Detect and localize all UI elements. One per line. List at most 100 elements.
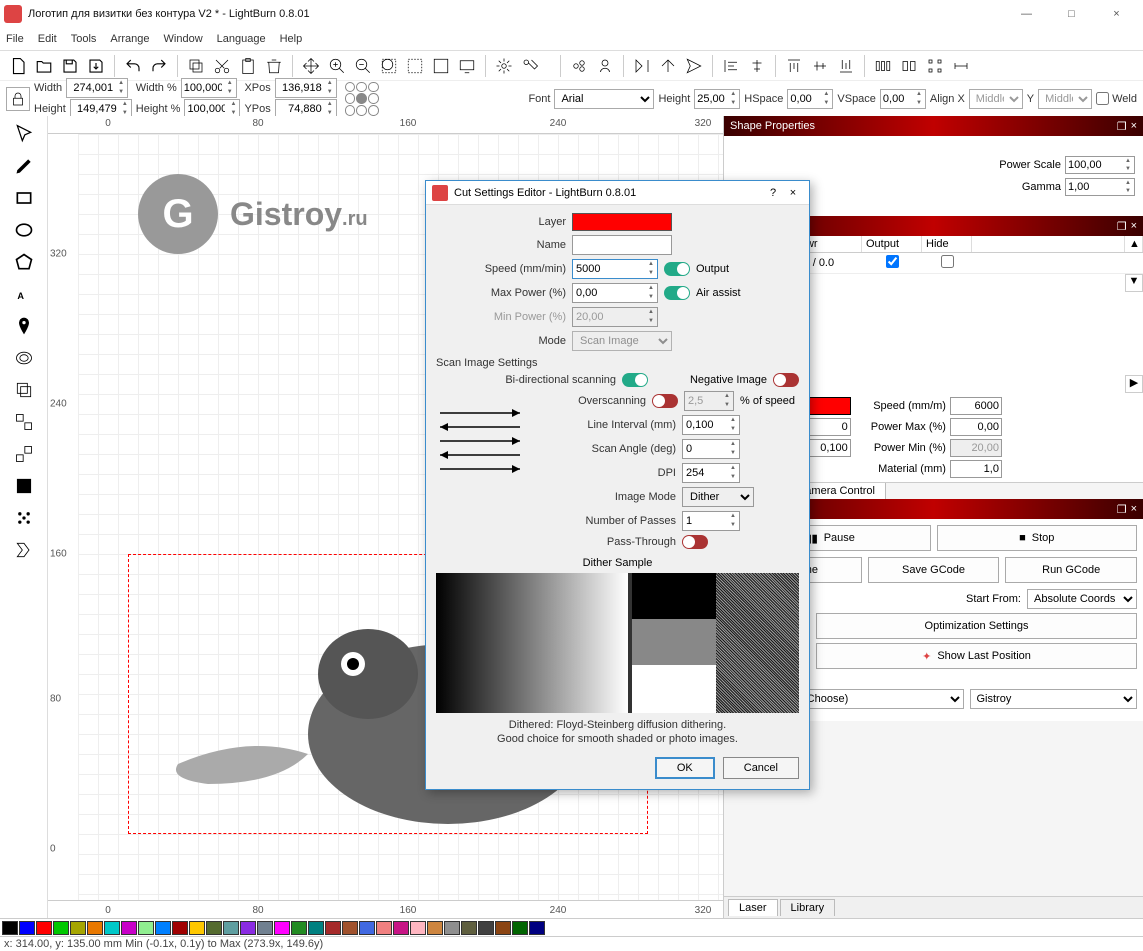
menu-edit[interactable]: Edit: [38, 33, 57, 45]
redo-button[interactable]: [147, 54, 171, 78]
palette-color-0[interactable]: [2, 921, 18, 935]
offset-tool[interactable]: [10, 344, 38, 372]
minimize-button[interactable]: —: [1004, 0, 1049, 28]
palette-color-31[interactable]: [529, 921, 545, 935]
run-gcode-button[interactable]: Run GCode: [1005, 557, 1137, 583]
array-tool[interactable]: [10, 504, 38, 532]
zoom-selection-button[interactable]: [403, 54, 427, 78]
maximize-button[interactable]: □: [1049, 0, 1094, 28]
pmax-input[interactable]: [950, 418, 1002, 436]
speed-input[interactable]: [950, 397, 1002, 415]
undock-icon[interactable]: ❐: [1117, 220, 1127, 233]
dlg-name-input[interactable]: [572, 235, 672, 255]
node-edit-tool[interactable]: [10, 408, 38, 436]
align-top-button[interactable]: [782, 54, 806, 78]
stop-button[interactable]: ■Stop: [937, 525, 1138, 551]
dlg-air-toggle[interactable]: [664, 286, 690, 300]
flip-v-button[interactable]: [656, 54, 680, 78]
pan-button[interactable]: [299, 54, 323, 78]
dlg-passthru-toggle[interactable]: [682, 535, 708, 549]
layer-down-button[interactable]: ▼: [1125, 274, 1143, 292]
text-tool[interactable]: A: [10, 280, 38, 308]
close-panel-icon[interactable]: ×: [1131, 120, 1137, 133]
open-file-button[interactable]: [32, 54, 56, 78]
menu-file[interactable]: File: [6, 33, 24, 45]
palette-color-12[interactable]: [206, 921, 222, 935]
optimization-button[interactable]: Optimization Settings: [816, 613, 1137, 639]
palette-color-14[interactable]: [240, 921, 256, 935]
menu-window[interactable]: Window: [164, 33, 203, 45]
paste-button[interactable]: [236, 54, 260, 78]
new-file-button[interactable]: [6, 54, 30, 78]
device-settings-button[interactable]: [518, 54, 542, 78]
flip-h-button[interactable]: [630, 54, 654, 78]
rect-tool[interactable]: [10, 184, 38, 212]
start-from-select[interactable]: Absolute Coords: [1027, 589, 1137, 609]
dlg-neg-toggle[interactable]: [773, 373, 799, 387]
palette-color-8[interactable]: [138, 921, 154, 935]
dialog-help-button[interactable]: ?: [763, 187, 783, 199]
grid-tool[interactable]: [10, 472, 38, 500]
palette-color-15[interactable]: [257, 921, 273, 935]
draw-tool[interactable]: [10, 152, 38, 180]
group-button[interactable]: [567, 54, 591, 78]
marker-tool[interactable]: [10, 312, 38, 340]
path-tool[interactable]: [10, 536, 38, 564]
palette-color-20[interactable]: [342, 921, 358, 935]
zoom-frame-button[interactable]: [377, 54, 401, 78]
align-left-button[interactable]: [719, 54, 743, 78]
palette-color-28[interactable]: [478, 921, 494, 935]
palette-color-29[interactable]: [495, 921, 511, 935]
palette-color-18[interactable]: [308, 921, 324, 935]
palette-color-4[interactable]: [70, 921, 86, 935]
preview-button[interactable]: [455, 54, 479, 78]
align-center-button[interactable]: [745, 54, 769, 78]
tab-laser[interactable]: Laser: [728, 899, 778, 916]
palette-color-16[interactable]: [274, 921, 290, 935]
device-name-select[interactable]: Gistroy: [970, 689, 1138, 709]
select-tool[interactable]: [10, 120, 38, 148]
layer-hide-checkbox[interactable]: [941, 255, 954, 268]
palette-color-21[interactable]: [359, 921, 375, 935]
close-button[interactable]: ×: [1094, 0, 1139, 28]
palette-color-10[interactable]: [172, 921, 188, 935]
settings-button[interactable]: [492, 54, 516, 78]
dialog-cancel-button[interactable]: Cancel: [723, 757, 799, 779]
boolean-tool[interactable]: [10, 376, 38, 404]
palette-color-7[interactable]: [121, 921, 137, 935]
distribute-v-button[interactable]: [897, 54, 921, 78]
palette-color-30[interactable]: [512, 921, 528, 935]
menu-help[interactable]: Help: [280, 33, 303, 45]
aligny-select[interactable]: Middle: [1038, 89, 1092, 109]
font-select[interactable]: Arial: [554, 89, 654, 109]
palette-color-5[interactable]: [87, 921, 103, 935]
layer-up-button[interactable]: ▲: [1125, 236, 1143, 252]
distribute-h-button[interactable]: [871, 54, 895, 78]
palette-color-24[interactable]: [410, 921, 426, 935]
ungroup-button[interactable]: [593, 54, 617, 78]
palette-color-17[interactable]: [291, 921, 307, 935]
menu-arrange[interactable]: Arrange: [110, 33, 149, 45]
palette-color-26[interactable]: [444, 921, 460, 935]
undock-icon[interactable]: ❐: [1117, 120, 1127, 133]
tab-library[interactable]: Library: [780, 899, 836, 916]
alignx-select[interactable]: Middle: [969, 89, 1023, 109]
save-gcode-button[interactable]: Save GCode: [868, 557, 1000, 583]
undo-button[interactable]: [121, 54, 145, 78]
lock-aspect-button[interactable]: [6, 87, 30, 111]
import-button[interactable]: [84, 54, 108, 78]
close-panel-icon[interactable]: ×: [1131, 503, 1137, 516]
zoom-page-button[interactable]: [429, 54, 453, 78]
zoom-in-button[interactable]: [325, 54, 349, 78]
pmin-input[interactable]: [950, 439, 1002, 457]
material-input[interactable]: [950, 460, 1002, 478]
dlg-output-toggle[interactable]: [664, 262, 690, 276]
layer-right-button[interactable]: ▶: [1125, 375, 1143, 393]
ellipse-tool[interactable]: [10, 216, 38, 244]
palette-color-11[interactable]: [189, 921, 205, 935]
anchor-grid[interactable]: [345, 82, 379, 116]
palette-color-13[interactable]: [223, 921, 239, 935]
copy-button[interactable]: [184, 54, 208, 78]
layer-output-checkbox[interactable]: [886, 255, 899, 268]
cut-button[interactable]: [210, 54, 234, 78]
